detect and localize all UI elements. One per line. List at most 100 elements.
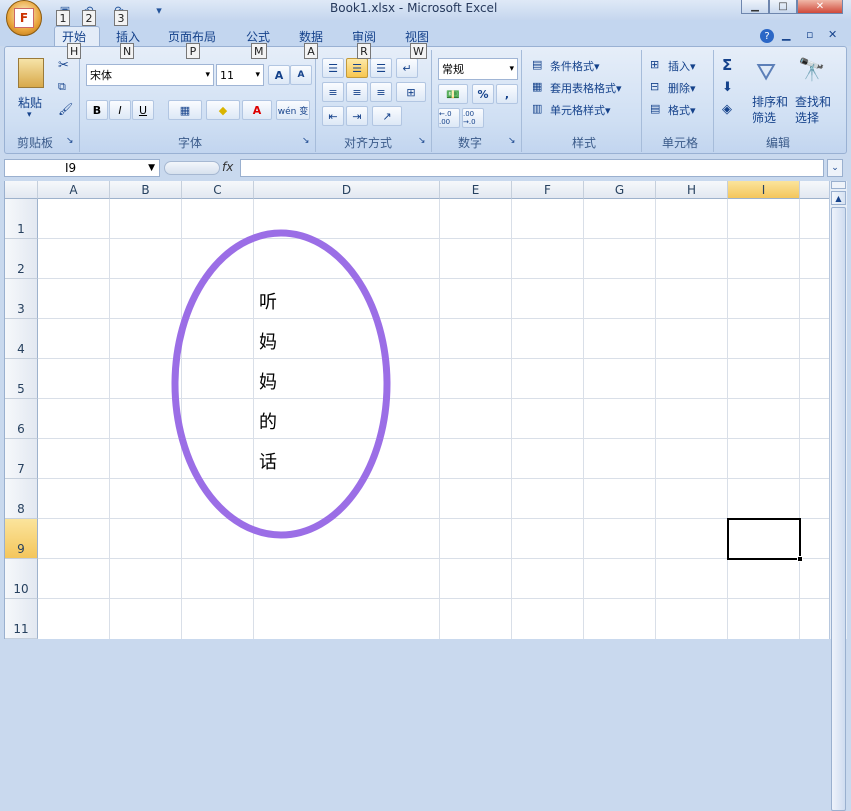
font-color-button[interactable]: A (242, 100, 272, 120)
maximize-button[interactable]: □ (769, 0, 797, 14)
cell-c5[interactable]: 妈 (259, 368, 277, 394)
fill-button[interactable]: ⬇ (722, 80, 733, 95)
oval-shape[interactable] (165, 225, 397, 543)
alignment-launcher-icon[interactable]: ↘ (418, 136, 426, 146)
wrap-text-button[interactable]: ↵ (396, 58, 418, 78)
align-center-button[interactable]: ≡ (346, 82, 368, 102)
accounting-button[interactable]: 💵 (438, 84, 468, 104)
col-header-d[interactable]: D (254, 181, 440, 199)
italic-button[interactable]: I (109, 100, 131, 120)
row-header-6[interactable]: 6 (5, 399, 38, 439)
paste-button[interactable]: 粘贴 (18, 94, 42, 111)
sort-filter-button[interactable]: 排序和 筛选 (752, 94, 788, 126)
cell-c7[interactable]: 话 (259, 448, 277, 474)
wb-minimize-button[interactable]: ▁ (782, 28, 790, 41)
help-icon[interactable]: ? (760, 29, 774, 43)
cell-c6[interactable]: 的 (259, 408, 277, 434)
col-header-h[interactable]: H (656, 181, 728, 199)
wb-restore-button[interactable]: ▫ (806, 28, 813, 41)
clear-button[interactable]: ◈ (722, 102, 732, 117)
row-header-9[interactable]: 9 (5, 519, 38, 559)
active-cell-i9[interactable] (727, 518, 801, 560)
increase-decimal-button[interactable]: ←.0 .00 (438, 108, 460, 128)
format-table-icon: ▦ (532, 80, 543, 93)
font-name-select[interactable]: 宋体 ▾ (86, 64, 214, 86)
number-format-select[interactable]: 常规 ▾ (438, 58, 518, 80)
align-left-button[interactable]: ≡ (322, 82, 344, 102)
row-header-11[interactable]: 11 (5, 599, 38, 639)
expand-formula-icon[interactable]: ⌄ (827, 159, 843, 177)
insert-function-button[interactable]: fx (222, 160, 233, 174)
split-box[interactable] (831, 181, 846, 189)
percent-button[interactable]: % (472, 84, 494, 104)
clipboard-launcher-icon[interactable]: ↘ (66, 136, 74, 146)
name-box-dropdown-icon[interactable]: ▼ (148, 163, 155, 173)
row-header-10[interactable]: 10 (5, 559, 38, 599)
cut-icon[interactable]: ✂ (58, 58, 69, 73)
qat-customize-icon[interactable]: ▾ (150, 1, 168, 19)
oval-outline (171, 229, 391, 539)
col-header-f[interactable]: F (512, 181, 584, 199)
formula-input[interactable] (240, 159, 824, 177)
paste-icon[interactable] (18, 58, 44, 88)
vertical-scrollbar[interactable]: ▲ (829, 181, 847, 811)
row-header-7[interactable]: 7 (5, 439, 38, 479)
format-table-button[interactable]: 套用表格格式 ▾ (550, 80, 622, 96)
format-cells-button[interactable]: 格式 ▾ (668, 102, 696, 118)
wb-close-button[interactable]: ✕ (828, 28, 837, 41)
row-header-4[interactable]: 4 (5, 319, 38, 359)
col-header-b[interactable]: B (110, 181, 182, 199)
col-header-c[interactable]: C (182, 181, 254, 199)
cell-c4[interactable]: 妈 (259, 328, 277, 354)
name-box[interactable]: I9 ▼ (4, 159, 160, 177)
align-middle-button[interactable]: ☰ (346, 58, 368, 78)
cell-c3[interactable]: 听 (259, 288, 277, 314)
copy-icon[interactable]: ⧉ (58, 80, 66, 94)
row-header-1[interactable]: 1 (5, 199, 38, 239)
fill-handle[interactable] (797, 556, 803, 562)
decrease-indent-button[interactable]: ⇤ (322, 106, 344, 126)
orientation-button[interactable]: ↗ (372, 106, 402, 126)
minimize-button[interactable]: ▁ (741, 0, 769, 14)
align-right-button[interactable]: ≡ (370, 82, 392, 102)
phonetic-button[interactable]: wén 变 (276, 100, 310, 120)
decrease-decimal-button[interactable]: .00 →.0 (462, 108, 484, 128)
font-launcher-icon[interactable]: ↘ (302, 136, 310, 146)
close-button[interactable]: ✕ (797, 0, 843, 14)
worksheet-grid[interactable]: A B C D E F G H I 1 2 3 4 5 6 7 8 9 10 1… (4, 181, 829, 639)
find-select-button[interactable]: 查找和 选择 (795, 94, 831, 126)
number-launcher-icon[interactable]: ↘ (508, 136, 516, 146)
row-header-3[interactable]: 3 (5, 279, 38, 319)
bold-button[interactable]: B (86, 100, 108, 120)
col-header-i[interactable]: I (728, 181, 800, 199)
grow-font-button[interactable]: A (268, 65, 290, 85)
borders-button[interactable]: ▦ (168, 100, 202, 120)
paste-dropdown-icon[interactable]: ▾ (27, 110, 32, 120)
row-header-8[interactable]: 8 (5, 479, 38, 519)
col-header-e[interactable]: E (440, 181, 512, 199)
office-button[interactable]: F (6, 0, 42, 36)
comma-button[interactable]: , (496, 84, 518, 104)
align-bottom-button[interactable]: ☰ (370, 58, 392, 78)
shrink-font-button[interactable]: A (290, 65, 312, 85)
autosum-button[interactable]: Σ (722, 56, 732, 74)
col-header-a[interactable]: A (38, 181, 110, 199)
row-header-5[interactable]: 5 (5, 359, 38, 399)
insert-cells-button[interactable]: 插入 ▾ (668, 58, 696, 74)
scroll-up-icon[interactable]: ▲ (831, 191, 846, 205)
select-all-corner[interactable] (5, 181, 38, 199)
conditional-format-button[interactable]: 条件格式 ▾ (550, 58, 600, 74)
row-header-2[interactable]: 2 (5, 239, 38, 279)
underline-button[interactable]: U (132, 100, 154, 120)
delete-cells-button[interactable]: 删除 ▾ (668, 80, 696, 96)
col-header-g[interactable]: G (584, 181, 656, 199)
font-size-select[interactable]: 11 ▾ (216, 64, 264, 86)
scroll-thumb[interactable] (831, 207, 846, 811)
increase-indent-button[interactable]: ⇥ (346, 106, 368, 126)
format-painter-icon[interactable]: 🖌 (58, 102, 73, 116)
cell-styles-button[interactable]: 单元格样式 ▾ (550, 102, 611, 118)
merge-center-button[interactable]: ⊞ (396, 82, 426, 102)
formula-splitter[interactable] (164, 161, 220, 175)
align-top-button[interactable]: ☰ (322, 58, 344, 78)
fill-color-button[interactable]: ◆ (206, 100, 240, 120)
